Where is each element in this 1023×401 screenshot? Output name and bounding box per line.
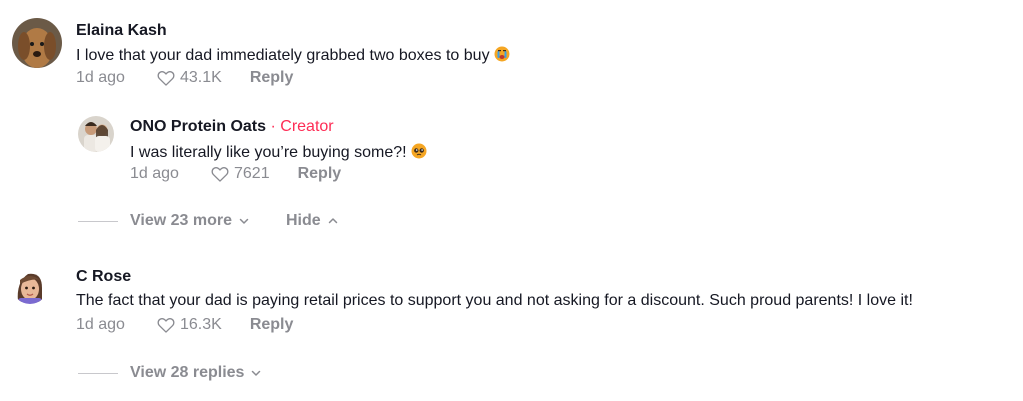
like-button[interactable]: 16.3K xyxy=(156,315,222,335)
heart-outline-icon xyxy=(211,167,229,182)
comment-text: I love that your dad immediately grabbed… xyxy=(76,46,510,65)
avatar[interactable] xyxy=(78,116,114,152)
hide-button[interactable]: Hide xyxy=(286,212,339,230)
creator-badge: Creator xyxy=(280,118,334,135)
like-count: 16.3K xyxy=(180,316,222,333)
avatar[interactable] xyxy=(12,268,48,304)
view-replies-label: View 28 replies xyxy=(130,364,245,381)
comment-meta: 1d ago 16.3K Reply xyxy=(76,315,293,335)
like-button[interactable]: 43.1K xyxy=(156,68,222,88)
comment-body: I love that your dad immediately grabbed… xyxy=(76,47,490,64)
comment-author[interactable]: Elaina Kash xyxy=(76,22,167,40)
view-more-button[interactable]: View 23 more xyxy=(130,212,250,230)
reply-meta: 1d ago 7621 Reply xyxy=(130,164,341,184)
view-more-label: View 23 more xyxy=(130,212,232,229)
reply-button[interactable]: Reply xyxy=(298,165,342,183)
like-count: 7621 xyxy=(234,165,270,182)
like-button[interactable]: 7621 xyxy=(210,164,270,184)
chevron-down-icon xyxy=(239,218,249,224)
thread-divider xyxy=(78,372,118,374)
author-separator: · xyxy=(270,118,276,135)
thread-controls: View 23 more Hide xyxy=(78,212,339,230)
reply-author-name[interactable]: ONO Protein Oats xyxy=(130,118,266,135)
reply-author: ONO Protein Oats · Creator xyxy=(130,118,334,136)
heart-outline-icon xyxy=(157,318,175,333)
heart-outline-icon xyxy=(157,71,175,86)
reply-text: I was literally like you’re buying some?… xyxy=(130,143,427,162)
dog-avatar-image xyxy=(12,18,62,68)
crying-emoji-icon xyxy=(494,46,510,62)
hide-label: Hide xyxy=(285,212,321,229)
memoji-avatar-image xyxy=(12,268,48,304)
comment-age: 1d ago xyxy=(76,69,125,86)
reply-button[interactable]: Reply xyxy=(250,316,294,334)
like-count: 43.1K xyxy=(180,69,222,86)
comment-meta: 1d ago 43.1K Reply xyxy=(76,68,293,88)
comment-age: 1d ago xyxy=(76,316,125,333)
couple-avatar-image xyxy=(78,116,114,152)
chevron-up-icon xyxy=(328,218,337,224)
comment-text: The fact that your dad is paying retail … xyxy=(76,292,913,309)
chevron-down-icon xyxy=(252,370,261,376)
comment-author[interactable]: C Rose xyxy=(76,268,131,286)
thread-divider xyxy=(78,220,118,222)
thread-controls: View 28 replies xyxy=(78,364,262,382)
pleading-emoji-icon xyxy=(411,143,427,159)
view-replies-button[interactable]: View 28 replies xyxy=(130,364,262,382)
avatar[interactable] xyxy=(12,18,62,68)
reply-button[interactable]: Reply xyxy=(250,69,294,87)
reply-age: 1d ago xyxy=(130,165,179,182)
reply-body: I was literally like you’re buying some?… xyxy=(130,144,407,161)
